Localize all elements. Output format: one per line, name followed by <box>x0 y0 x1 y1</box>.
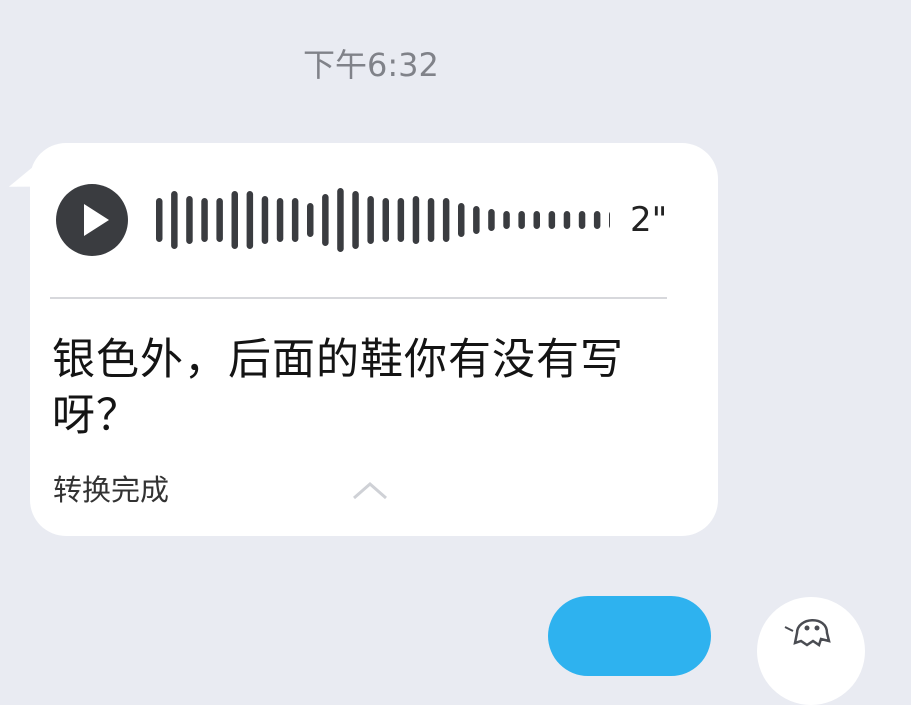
waveform-bar <box>231 191 238 249</box>
play-button[interactable] <box>56 184 128 256</box>
waveform-bar <box>216 198 223 242</box>
waveform-bar <box>307 203 314 237</box>
waveform-bar <box>261 196 269 244</box>
waveform-bar <box>352 191 359 249</box>
waveform-bar <box>246 191 254 249</box>
waveform-bar <box>593 211 601 229</box>
voice-input-button[interactable] <box>548 596 711 676</box>
waveform-bar <box>337 188 344 252</box>
message-timestamp: 下午6:32 <box>303 46 439 84</box>
waveform-bar <box>533 211 540 229</box>
waveform-bar <box>503 211 510 229</box>
waveform-bar <box>427 198 435 242</box>
divider <box>50 297 667 299</box>
waveform-bar <box>367 196 374 244</box>
waveform-bar <box>412 196 420 244</box>
waveform-bar <box>442 198 450 242</box>
waveform-bar <box>563 211 571 229</box>
waveform-bar <box>291 198 299 242</box>
voice-waveform <box>156 188 610 252</box>
play-icon <box>84 204 109 236</box>
waveform-bar <box>276 198 284 242</box>
waveform-bar <box>518 211 525 229</box>
waveform-bar <box>156 198 163 242</box>
waveform-bar <box>382 198 389 242</box>
ghost-avatar-icon[interactable] <box>757 597 865 705</box>
voice-transcript: 银色外，后面的鞋你有没有写呀？ <box>52 335 624 441</box>
waveform-bar <box>473 206 480 234</box>
waveform-bar <box>548 211 556 229</box>
waveform-bar <box>609 211 610 229</box>
chevron-up-icon[interactable] <box>352 480 388 500</box>
voice-duration: 2" <box>630 200 668 240</box>
waveform-bar <box>488 209 495 231</box>
waveform-bar <box>171 191 178 249</box>
waveform-bar <box>322 194 329 246</box>
waveform-bar <box>397 198 405 242</box>
waveform-bar <box>578 211 586 229</box>
waveform-bar <box>201 198 208 242</box>
waveform-bar <box>186 196 193 244</box>
waveform-bar <box>458 203 465 237</box>
transcription-status: 转换完成 <box>53 473 170 507</box>
